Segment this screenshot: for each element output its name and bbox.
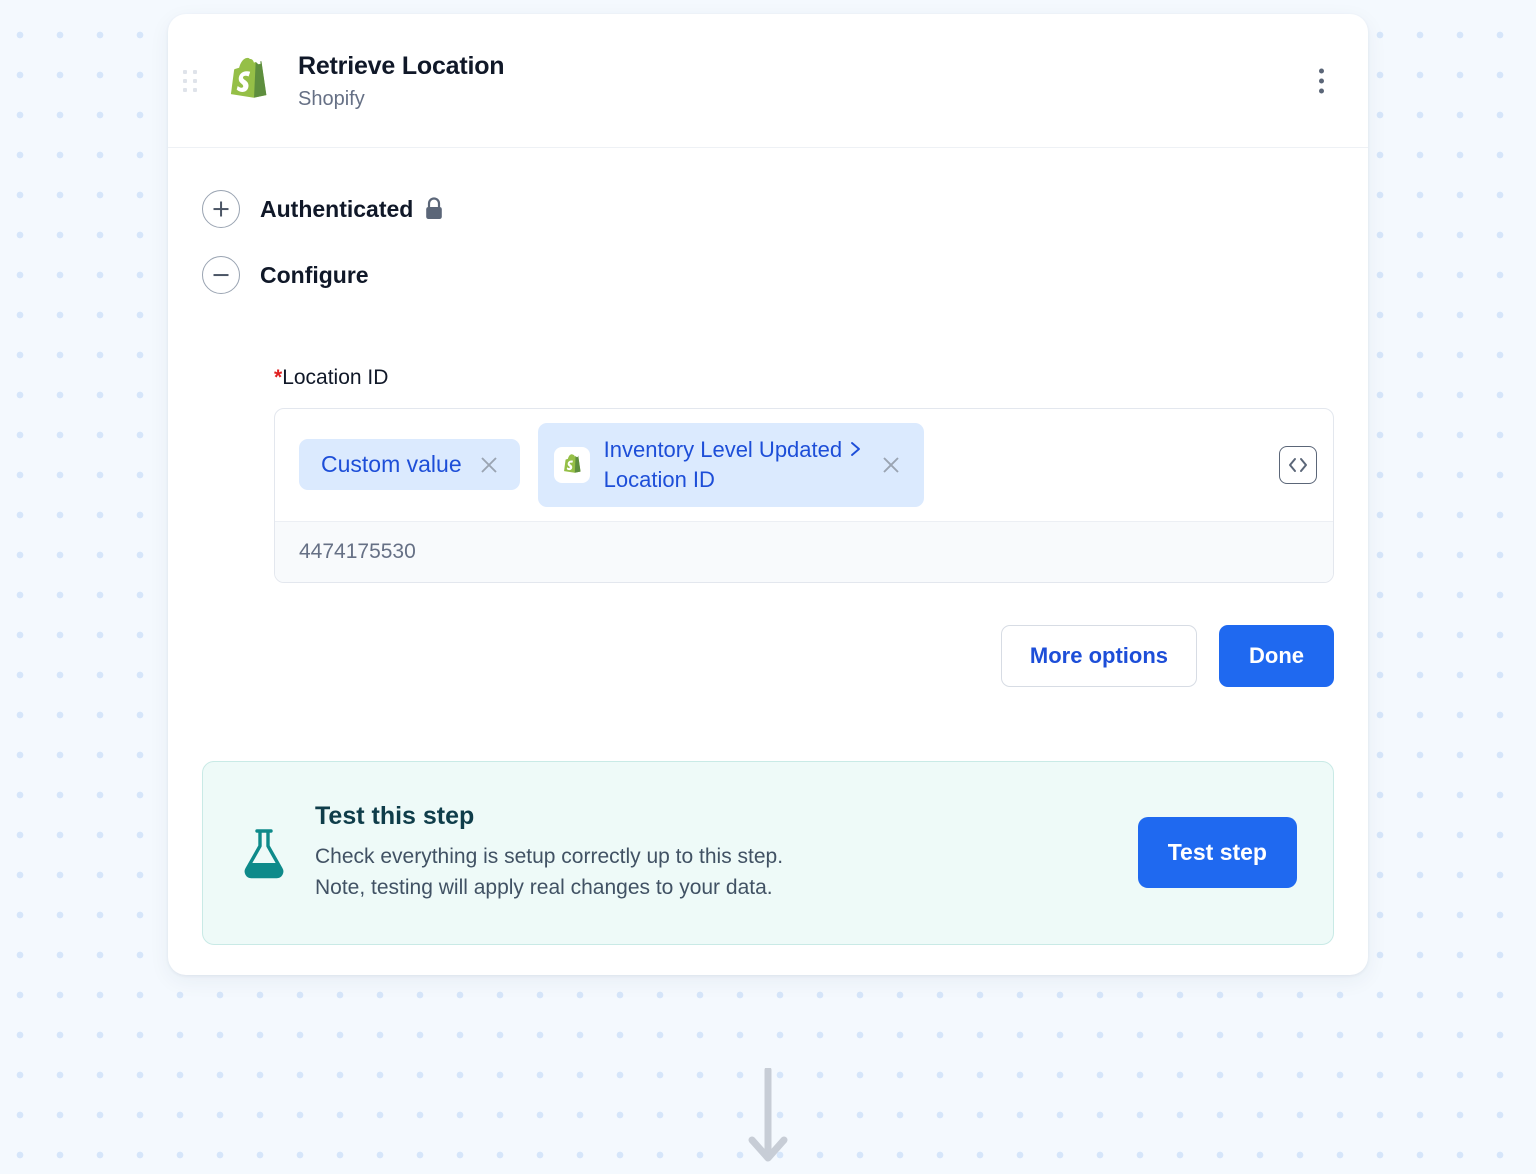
chip-custom-value[interactable]: Custom value <box>299 439 520 491</box>
field-actions: More options Done <box>274 624 1334 687</box>
section-configure[interactable]: Configure <box>202 256 369 294</box>
chip-mapped-lines: Inventory Level Updated Location ID <box>604 435 865 495</box>
step-card-body: Authenticated Configure *Location ID Cus… <box>168 148 1368 975</box>
section-authenticated-text: Authenticated <box>260 195 414 222</box>
lock-icon <box>426 197 443 219</box>
required-marker: * <box>274 366 283 389</box>
test-step-panel: Test this step Check everything is setup… <box>202 760 1334 945</box>
chip-mapped-source: Inventory Level Updated <box>603 437 843 462</box>
test-step-description-line2: Note, testing will apply real changes to… <box>315 876 773 900</box>
plus-circle-icon[interactable] <box>202 190 240 228</box>
chip-mapped-line2: Location ID <box>603 466 715 492</box>
shopify-logo <box>230 57 267 98</box>
code-brackets-icon[interactable] <box>1279 445 1317 484</box>
done-button[interactable]: Done <box>1219 624 1334 687</box>
step-card: Retrieve Location Shopify Authenticated … <box>168 14 1368 975</box>
section-authenticated-label: Authenticated <box>260 196 445 223</box>
page-title: Retrieve Location <box>298 51 505 80</box>
more-options-button[interactable]: More options <box>1000 624 1197 687</box>
flask-icon <box>244 829 284 879</box>
step-card-header: Retrieve Location Shopify <box>168 14 1368 148</box>
arrow-down-icon <box>748 1068 788 1162</box>
test-step-button[interactable]: Test step <box>1137 817 1297 889</box>
minus-circle-icon[interactable] <box>202 256 240 294</box>
test-step-description: Check everything is setup correctly up t… <box>315 841 1112 904</box>
location-id-input[interactable]: Custom value Inventory Level Updated Loc… <box>274 408 1334 583</box>
step-header-text: Retrieve Location Shopify <box>298 51 505 111</box>
chip-mapped-line1: Inventory Level Updated <box>604 437 865 462</box>
section-configure-label: Configure <box>260 262 369 289</box>
close-icon[interactable] <box>476 452 502 478</box>
test-step-texts: Test this step Check everything is setup… <box>315 802 1112 904</box>
location-id-label-text: Location ID <box>282 366 389 389</box>
test-step-description-line1: Check everything is setup correctly up t… <box>315 844 784 868</box>
chevron-right-icon <box>851 442 861 456</box>
section-configure-text: Configure <box>260 261 369 288</box>
shopify-icon <box>553 446 590 483</box>
section-authenticated[interactable]: Authenticated <box>202 190 445 228</box>
location-id-label: *Location ID <box>274 366 1334 390</box>
location-id-chips-row: Custom value Inventory Level Updated Loc… <box>275 409 1333 521</box>
step-app-name: Shopify <box>298 87 365 110</box>
drag-handle-icon[interactable] <box>172 69 208 92</box>
location-id-value[interactable]: 4474175530 <box>275 520 1333 582</box>
kebab-menu-icon[interactable] <box>1309 60 1334 101</box>
test-step-title: Test this step <box>315 801 475 830</box>
configure-fields: *Location ID Custom value Inventory Leve… <box>202 322 1334 687</box>
chip-mapped-location-id[interactable]: Inventory Level Updated Location ID <box>537 423 925 507</box>
chip-custom-value-label: Custom value <box>321 451 462 478</box>
close-icon[interactable] <box>878 452 904 478</box>
